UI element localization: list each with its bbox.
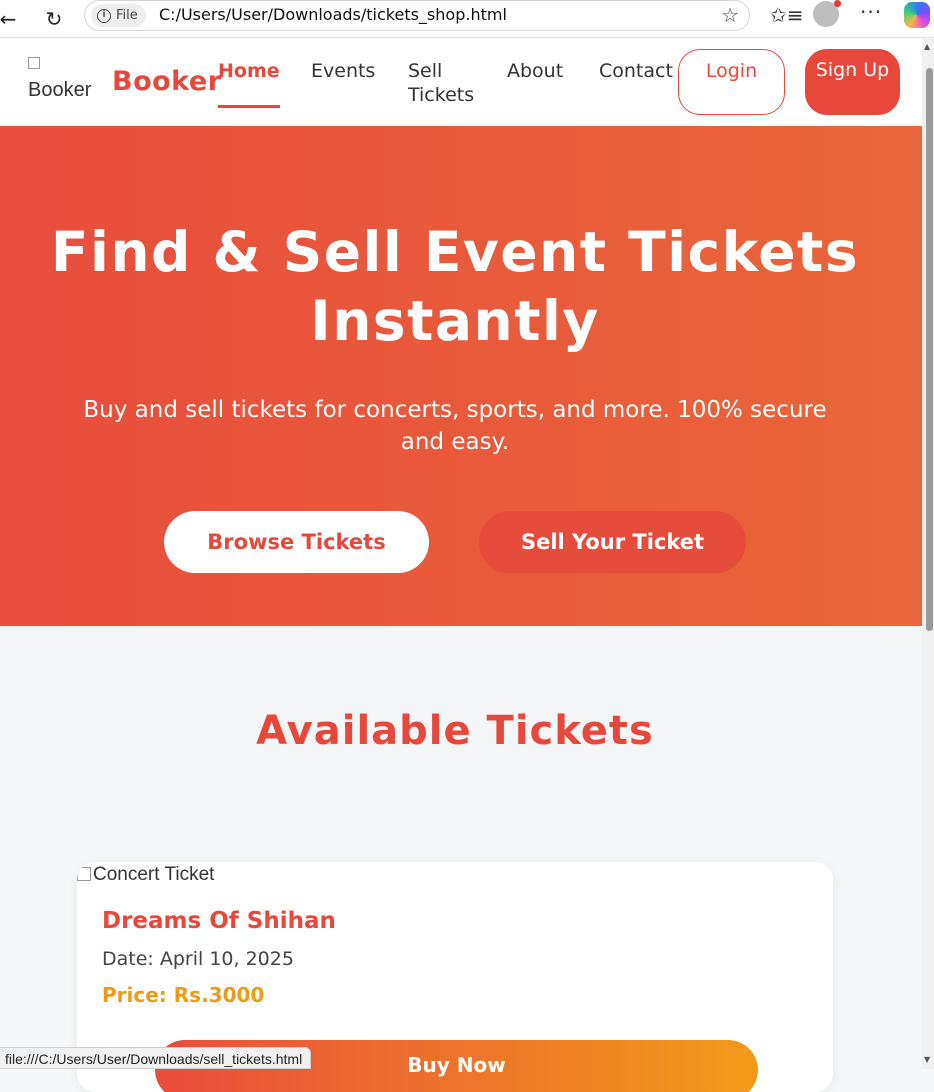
bookmark-star-icon[interactable]: ☆ xyxy=(721,3,739,27)
ticket-title: Dreams Of Shihan xyxy=(102,908,336,934)
copilot-icon[interactable] xyxy=(904,2,930,28)
browser-toolbar: ← ↻ i File C:/Users/User/Downloads/ticke… xyxy=(0,0,934,38)
login-button[interactable]: Login xyxy=(678,49,785,115)
brand-name[interactable]: Booker xyxy=(112,66,222,97)
section-title: Available Tickets xyxy=(256,708,654,754)
ticket-price: Price: Rs.3000 xyxy=(102,983,265,1007)
scrollbar-thumb[interactable] xyxy=(926,68,933,631)
ticket-image: Concert Ticket xyxy=(77,864,241,886)
address-bar[interactable]: i File C:/Users/User/Downloads/tickets_s… xyxy=(84,0,750,31)
logo-alt-text: Booker xyxy=(28,79,92,101)
reload-icon[interactable]: ↻ xyxy=(40,5,68,33)
hero-title: Find & Sell Event Tickets Instantly xyxy=(50,220,860,353)
sell-ticket-button[interactable]: Sell Your Ticket xyxy=(479,511,746,573)
nav-link-contact[interactable]: Contact xyxy=(599,59,673,83)
status-bar-link-preview: file:///C:/Users/User/Downloads/sell_tic… xyxy=(0,1047,312,1069)
profile-avatar-icon[interactable] xyxy=(813,0,841,27)
info-icon: i xyxy=(97,8,111,23)
file-label: File xyxy=(116,8,138,23)
scroll-up-arrow-icon[interactable]: ▲ xyxy=(924,42,930,51)
nav-link-home[interactable]: Home xyxy=(218,59,280,108)
nav-link-about[interactable]: About xyxy=(507,59,563,83)
scroll-down-arrow-icon[interactable]: ▼ xyxy=(924,1055,930,1064)
logo-image[interactable]: Booker xyxy=(28,57,104,105)
ticket-date: Date: April 10, 2025 xyxy=(102,948,294,970)
broken-image-icon xyxy=(28,57,40,69)
site-info-chip[interactable]: i File xyxy=(91,4,146,27)
ticket-image-alt: Concert Ticket xyxy=(93,864,215,885)
browse-tickets-button[interactable]: Browse Tickets xyxy=(164,511,429,573)
url-text[interactable]: C:/Users/User/Downloads/tickets_shop.htm… xyxy=(159,5,507,24)
nav-link-events[interactable]: Events xyxy=(311,59,375,83)
favorites-icon[interactable]: ✩≡ xyxy=(770,3,804,27)
site-header: Booker Booker Home Events Sell Tickets A… xyxy=(0,39,922,126)
back-arrow-icon[interactable]: ← xyxy=(0,5,22,33)
hero-subtitle: Buy and sell tickets for concerts, sport… xyxy=(83,397,827,455)
more-options-icon[interactable]: ··· xyxy=(860,0,882,24)
hero-section: Find & Sell Event Tickets Instantly Buy … xyxy=(0,126,922,626)
nav-link-sell-tickets[interactable]: Sell Tickets xyxy=(408,59,488,107)
signup-button[interactable]: Sign Up xyxy=(805,49,900,115)
broken-image-icon xyxy=(77,867,91,881)
